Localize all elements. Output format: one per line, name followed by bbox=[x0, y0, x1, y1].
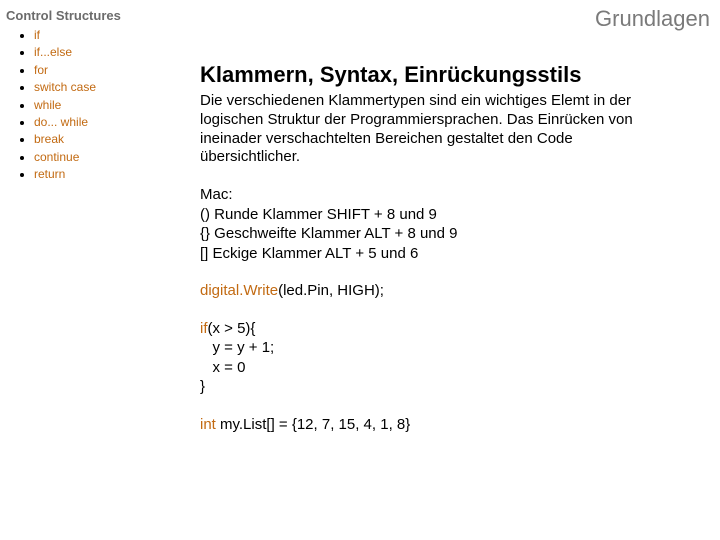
sidebar-item-label: do... while bbox=[34, 115, 88, 129]
code-keyword: if bbox=[200, 320, 208, 337]
code-example-if: if(x > 5){ y = y + 1; x = 0 } bbox=[200, 319, 670, 397]
slide: Grundlagen Control Structures if if...el… bbox=[0, 0, 720, 540]
sidebar-item-if-else: if...else bbox=[34, 44, 176, 61]
sidebar-item-label: break bbox=[34, 132, 64, 146]
sidebar-list: if if...else for switch case while do...… bbox=[6, 27, 176, 184]
code-example-array: int my.List[] = {12, 7, 15, 4, 1, 8} bbox=[200, 415, 670, 435]
sidebar-item-label: for bbox=[34, 63, 48, 77]
main-content: Klammern, Syntax, Einrückungsstils Die v… bbox=[200, 62, 670, 452]
corner-label: Grundlagen bbox=[595, 6, 710, 32]
sidebar-item-return: return bbox=[34, 166, 176, 183]
code-text: } bbox=[200, 378, 205, 395]
code-keyword: digital.Write bbox=[200, 282, 278, 299]
code-text: (led.Pin, HIGH); bbox=[278, 282, 384, 299]
sidebar-item-label: continue bbox=[34, 150, 79, 164]
sidebar-item-while: while bbox=[34, 97, 176, 114]
sidebar-item-if: if bbox=[34, 27, 176, 44]
sidebar-item-do-while: do... while bbox=[34, 114, 176, 131]
shortcut-line: [] Eckige Klammer ALT + 5 und 6 bbox=[200, 244, 670, 264]
sidebar: Control Structures if if...else for swit… bbox=[6, 8, 176, 184]
shortcut-heading: Mac: bbox=[200, 185, 670, 205]
code-text: my.List[] = {12, 7, 15, 4, 1, 8} bbox=[216, 416, 410, 433]
sidebar-item-label: return bbox=[34, 167, 65, 181]
sidebar-item-label: while bbox=[34, 98, 61, 112]
code-text: x = 0 bbox=[200, 359, 245, 376]
code-text: y = y + 1; bbox=[200, 339, 274, 356]
page-title: Klammern, Syntax, Einrückungsstils bbox=[200, 62, 670, 88]
sidebar-item-label: switch case bbox=[34, 80, 96, 94]
sidebar-item-label: if bbox=[34, 28, 40, 42]
sidebar-item-switch-case: switch case bbox=[34, 79, 176, 96]
code-text: (x > 5){ bbox=[208, 320, 256, 337]
sidebar-item-label: if...else bbox=[34, 45, 72, 59]
sidebar-item-break: break bbox=[34, 131, 176, 148]
code-example-digitalwrite: digital.Write(led.Pin, HIGH); bbox=[200, 281, 670, 301]
shortcut-line: {} Geschweifte Klammer ALT + 8 und 9 bbox=[200, 224, 670, 244]
shortcut-line: () Runde Klammer SHIFT + 8 und 9 bbox=[200, 205, 670, 225]
code-keyword: int bbox=[200, 416, 216, 433]
sidebar-title: Control Structures bbox=[6, 8, 176, 23]
intro-paragraph: Die verschiedenen Klammertypen sind ein … bbox=[200, 92, 670, 167]
shortcut-block: Mac: () Runde Klammer SHIFT + 8 und 9 {}… bbox=[200, 185, 670, 263]
sidebar-item-for: for bbox=[34, 62, 176, 79]
sidebar-item-continue: continue bbox=[34, 149, 176, 166]
